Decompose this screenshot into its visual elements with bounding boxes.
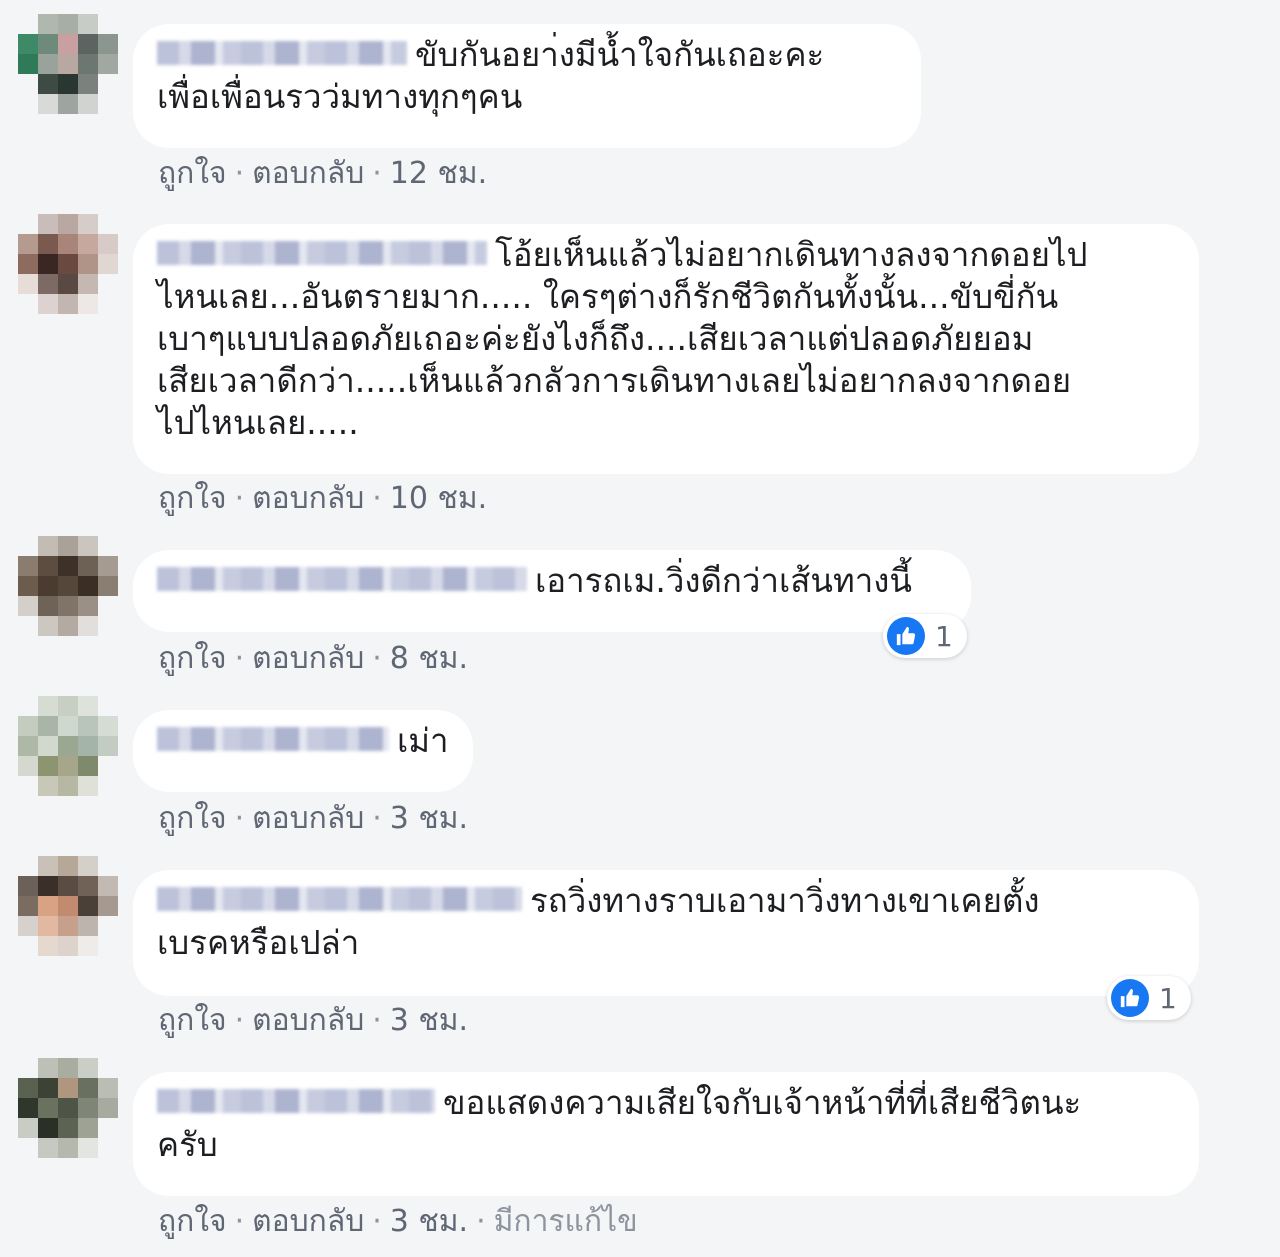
separator: · xyxy=(372,1003,382,1038)
avatar[interactable] xyxy=(18,14,118,114)
blurred-author-name[interactable] xyxy=(157,1088,435,1113)
like-link[interactable]: ถูกใจ xyxy=(158,481,227,516)
separator: · xyxy=(234,1204,245,1239)
reply-link[interactable]: ตอบกลับ xyxy=(252,1204,364,1239)
separator: · xyxy=(372,481,382,516)
reaction-count: 1 xyxy=(935,619,953,653)
comment-bubble: เม่า xyxy=(133,710,473,792)
comment-actions: ถูกใจ · ตอบกลับ · 8 ชม. xyxy=(158,639,468,679)
separator: · xyxy=(234,481,245,516)
separator: · xyxy=(372,641,382,676)
comment-bubble: โอ้ยเห็นแล้วไม่อยากเดินทางลงจากดอยไป ไหน… xyxy=(133,224,1199,474)
comment-text-line1: รถวิ่งทางราบเอามาวิ่งทางเขาเคยตั้ง xyxy=(530,881,1040,920)
timestamp[interactable]: 3 ชม. xyxy=(390,1204,468,1239)
reply-link[interactable]: ตอบกลับ xyxy=(252,1003,364,1038)
avatar[interactable] xyxy=(18,214,118,314)
avatar[interactable] xyxy=(18,1058,118,1158)
timestamp[interactable]: 8 ชม. xyxy=(390,641,468,676)
comment-bubble: ขอแสดงความเสียใจกับเจ้าหน้าที่ที่เสียชีว… xyxy=(133,1072,1199,1196)
like-link[interactable]: ถูกใจ xyxy=(158,641,227,676)
comment-actions: ถูกใจ · ตอบกลับ · 3 ชม. xyxy=(158,1001,468,1041)
comment-bubble: เอารถเม.วิ่งดีกว่าเส้นทางนี้ xyxy=(133,550,971,632)
comment-text-line1: โอ้ยเห็นแล้วไม่อยากเดินทางลงจากดอยไป xyxy=(495,235,1088,274)
comment-actions: ถูกใจ · ตอบกลับ · 10 ชม. xyxy=(158,479,487,519)
like-link[interactable]: ถูกใจ xyxy=(158,1204,227,1239)
comment-actions: ถูกใจ · ตอบกลับ · 12 ชม. xyxy=(158,154,487,194)
blurred-author-name[interactable] xyxy=(157,726,389,751)
separator: · xyxy=(234,641,245,676)
comment-text-line1: เม่า xyxy=(397,721,449,760)
reply-link[interactable]: ตอบกลับ xyxy=(252,156,364,191)
comment-text: เบรคหรือเปล่า xyxy=(157,923,360,962)
separator: · xyxy=(476,1204,486,1239)
avatar[interactable] xyxy=(18,536,118,636)
like-icon xyxy=(887,617,925,655)
comment-text: ครับ xyxy=(157,1125,218,1164)
separator: · xyxy=(234,1003,245,1038)
comment-text-line1: ขอแสดงความเสียใจกับเจ้าหน้าที่ที่เสียชีว… xyxy=(443,1083,1082,1122)
reaction-count: 1 xyxy=(1159,981,1177,1015)
blurred-author-name[interactable] xyxy=(157,566,527,591)
comment-actions: ถูกใจ · ตอบกลับ · 3 ชม. · มีการแก้ไข xyxy=(158,1202,638,1242)
reply-link[interactable]: ตอบกลับ xyxy=(252,801,364,836)
blurred-author-name[interactable] xyxy=(157,886,522,911)
comment-text-line1: ขับกันอยา่งมีน้ำใจกันเถอะคะ xyxy=(415,35,825,74)
timestamp[interactable]: 12 ชม. xyxy=(390,156,487,191)
timestamp[interactable]: 3 ชม. xyxy=(390,1003,468,1038)
like-link[interactable]: ถูกใจ xyxy=(158,801,227,836)
separator: · xyxy=(234,801,245,836)
comment-actions: ถูกใจ · ตอบกลับ · 3 ชม. xyxy=(158,799,468,839)
like-link[interactable]: ถูกใจ xyxy=(158,156,227,191)
timestamp[interactable]: 3 ชม. xyxy=(390,801,468,836)
timestamp[interactable]: 10 ชม. xyxy=(390,481,487,516)
blurred-author-name[interactable] xyxy=(157,40,407,65)
separator: · xyxy=(372,156,382,191)
reply-link[interactable]: ตอบกลับ xyxy=(252,481,364,516)
reply-link[interactable]: ตอบกลับ xyxy=(252,641,364,676)
separator: · xyxy=(234,156,245,191)
comment-text-line1: เอารถเม.วิ่งดีกว่าเส้นทางนี้ xyxy=(535,561,912,600)
comment-text: เพื่อเพื่อนรวว่มทางทุกๆคน xyxy=(157,77,523,116)
avatar[interactable] xyxy=(18,696,118,796)
comment-text: ไหนเลย...อันตรายมาก..... ใครๆต่างก็รักชี… xyxy=(157,277,1072,442)
like-link[interactable]: ถูกใจ xyxy=(158,1003,227,1038)
avatar[interactable] xyxy=(18,856,118,956)
comment-bubble: รถวิ่งทางราบเอามาวิ่งทางเขาเคยตั้ง เบรคห… xyxy=(133,870,1199,996)
reaction-badge[interactable]: 1 xyxy=(883,614,967,658)
separator: · xyxy=(372,1204,382,1239)
comment-bubble: ขับกันอยา่งมีน้ำใจกันเถอะคะ เพื่อเพื่อนร… xyxy=(133,24,921,148)
reaction-badge[interactable]: 1 xyxy=(1107,976,1191,1020)
separator: · xyxy=(372,801,382,836)
edited-label[interactable]: มีการแก้ไข xyxy=(494,1204,638,1239)
blurred-author-name[interactable] xyxy=(157,240,487,265)
like-icon xyxy=(1111,979,1149,1017)
